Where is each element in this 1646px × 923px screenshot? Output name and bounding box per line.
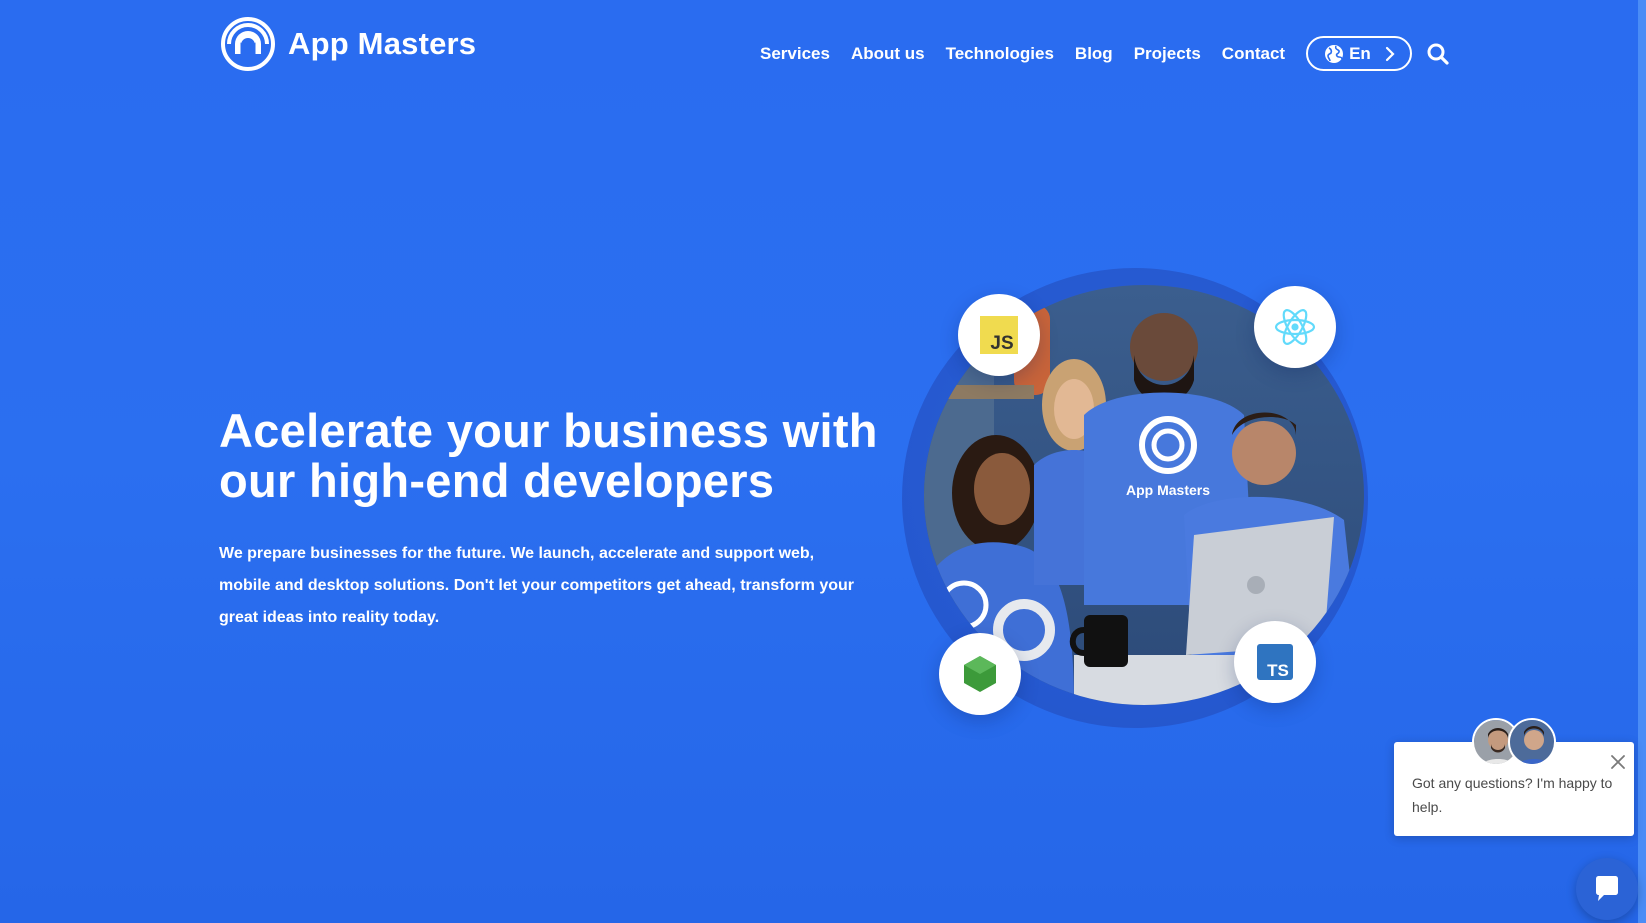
hero-description-line-1: We prepare businesses for the future. We… bbox=[219, 545, 815, 562]
nav-item-services[interactable]: Services bbox=[760, 44, 830, 64]
avatar bbox=[1508, 718, 1556, 766]
hero-description: We prepare businesses for the future. We… bbox=[219, 538, 879, 634]
nav-item-projects[interactable]: Projects bbox=[1134, 44, 1201, 64]
react-icon bbox=[1274, 309, 1316, 345]
globe-icon bbox=[1325, 44, 1344, 63]
page-edge-strip bbox=[1638, 0, 1646, 923]
hero-description-line-2: mobile and desktop solutions. Don't let … bbox=[219, 577, 854, 594]
nodejs-icon bbox=[964, 656, 996, 692]
typescript-icon: TS bbox=[1257, 644, 1293, 680]
javascript-badge: JS bbox=[958, 294, 1040, 376]
nav-item-about-us[interactable]: About us bbox=[851, 44, 925, 64]
javascript-label: JS bbox=[990, 333, 1013, 354]
brand-name: App Masters bbox=[288, 26, 477, 61]
site-header: App Masters Services About us Technologi… bbox=[220, 16, 1449, 76]
typescript-badge: TS bbox=[1234, 621, 1316, 703]
react-badge bbox=[1254, 286, 1336, 368]
close-icon[interactable] bbox=[1610, 754, 1626, 770]
nav-item-blog[interactable]: Blog bbox=[1075, 44, 1113, 64]
chevron-right-icon bbox=[1385, 46, 1395, 61]
hero-title-line-1: Acelerate your business with bbox=[219, 404, 878, 457]
nav-item-technologies[interactable]: Technologies bbox=[946, 44, 1054, 64]
search-icon[interactable] bbox=[1426, 42, 1450, 66]
hero-title-line-2: our high-end developers bbox=[219, 454, 775, 507]
language-label: En bbox=[1349, 43, 1371, 63]
javascript-icon: JS bbox=[980, 316, 1018, 354]
page: App Masters Services About us Technologi… bbox=[0, 0, 1646, 923]
nav-item-contact[interactable]: Contact bbox=[1222, 44, 1285, 64]
shirt-brand-text: App Masters bbox=[1126, 482, 1210, 498]
language-selector-button[interactable]: En bbox=[1306, 36, 1413, 71]
nodejs-badge bbox=[939, 633, 1021, 715]
chat-message: Got any questions? I'm happy to help. bbox=[1412, 775, 1613, 815]
chat-launcher-button[interactable] bbox=[1576, 858, 1638, 920]
hero-description-line-3: great ideas into reality today. bbox=[219, 609, 440, 626]
typescript-label: TS bbox=[1267, 661, 1289, 680]
chat-agent-avatars bbox=[1472, 718, 1558, 768]
logo[interactable]: App Masters bbox=[220, 16, 476, 72]
app-masters-logo-icon bbox=[221, 17, 275, 71]
hero-title: Acelerate your business with our high-en… bbox=[219, 406, 899, 506]
main-nav: Services About us Technologies Blog Proj… bbox=[760, 36, 1450, 71]
chat-bubble-icon bbox=[1596, 876, 1618, 901]
